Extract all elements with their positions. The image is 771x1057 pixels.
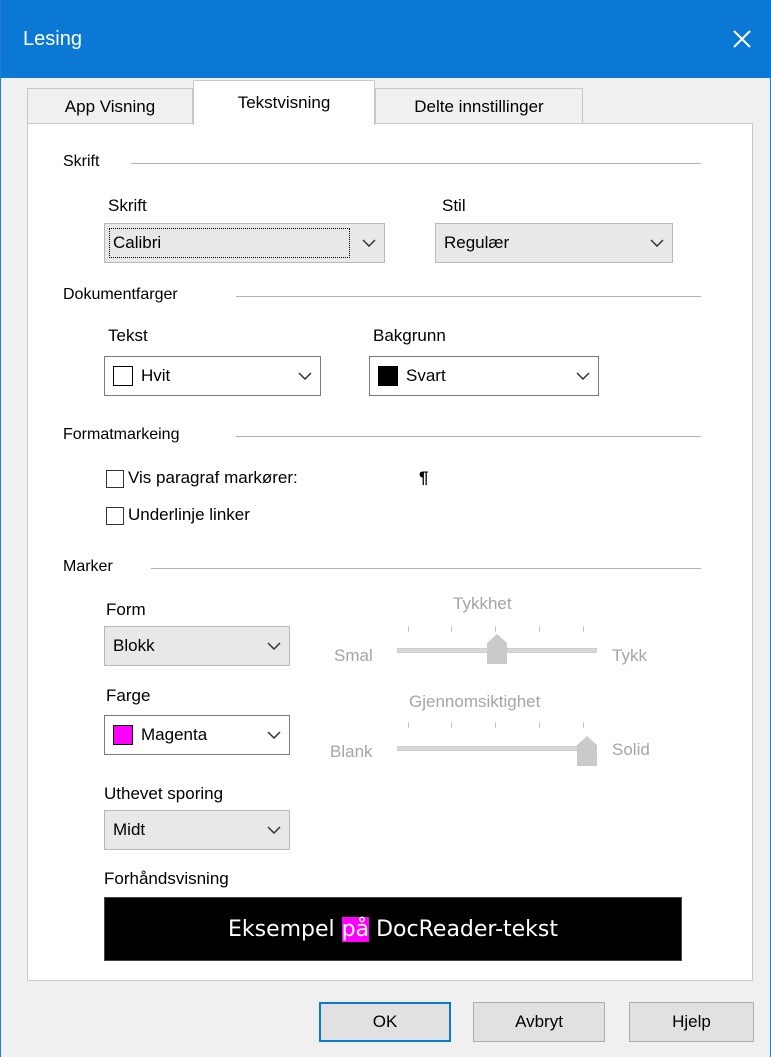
slider-tick xyxy=(451,722,452,728)
preview-box: Eksempel på DocReader-tekst xyxy=(104,897,682,961)
window-title: Lesing xyxy=(23,28,82,50)
highlight-color-label: Farge xyxy=(106,686,151,705)
section-title-skrift: Skrift xyxy=(63,153,118,171)
slider-tick xyxy=(539,626,540,632)
cancel-button[interactable]: Avbryt xyxy=(473,1002,605,1042)
slider-tick xyxy=(451,626,452,632)
focus-rect xyxy=(109,228,350,258)
slider-tick xyxy=(583,722,584,728)
background-color-value: Svart xyxy=(406,366,446,385)
ok-button-label: OK xyxy=(372,1012,398,1031)
shape-label: Form xyxy=(106,600,146,619)
help-button-label: Hjelp xyxy=(672,1012,711,1031)
preview-text-after: DocReader-tekst xyxy=(369,916,558,942)
tab-app-visning[interactable]: App Visning xyxy=(27,88,193,124)
section-title-dokumentfarger: Dokumentfarger xyxy=(63,286,196,304)
slider-tick xyxy=(539,722,540,728)
chevron-down-icon xyxy=(259,826,289,834)
cancel-button-label: Avbryt xyxy=(515,1012,563,1031)
opacity-slider-track xyxy=(397,746,597,751)
chevron-down-icon xyxy=(290,372,320,380)
text-color-value: Hvit xyxy=(141,366,171,385)
slider-tick xyxy=(495,722,496,728)
highlight-color-value: Magenta xyxy=(141,725,208,744)
section-title-formatmarkering: Formatmarkeing xyxy=(63,426,198,444)
shape-select[interactable]: Blokk xyxy=(104,626,290,666)
thickness-max-label: Tykk xyxy=(612,646,647,665)
highlight-color-select[interactable]: Magenta xyxy=(104,715,290,755)
text-color-swatch xyxy=(113,366,133,386)
chevron-down-icon xyxy=(259,731,289,739)
tracking-label: Uthevet sporing xyxy=(104,784,224,803)
tab-label: App Visning xyxy=(64,96,156,116)
preview-label: Forhåndsvisning xyxy=(104,869,229,888)
background-color-swatch xyxy=(378,366,398,386)
style-select[interactable]: Regulær xyxy=(435,223,673,263)
style-label: Stil xyxy=(442,196,466,215)
section-divider xyxy=(236,436,701,437)
preview-text-before: Eksempel xyxy=(227,916,342,942)
preview-text-highlight: på xyxy=(341,916,370,942)
title-bar: Lesing xyxy=(1,0,771,78)
chevron-down-icon xyxy=(642,239,672,247)
underline-links-label: Underlinje linker xyxy=(128,505,250,524)
underline-links-checkbox[interactable] xyxy=(106,507,124,525)
slider-tick xyxy=(583,626,584,632)
tab-strip: App Visning Tekstvisning Delte innstilli… xyxy=(27,80,747,125)
shape-value: Blokk xyxy=(113,636,155,655)
section-title-marker: Marker xyxy=(63,558,131,576)
tracking-select[interactable]: Midt xyxy=(104,810,290,850)
tracking-value: Midt xyxy=(113,820,146,839)
paragraph-symbol: ¶ xyxy=(419,468,429,487)
chevron-down-icon xyxy=(259,642,289,650)
text-color-label: Tekst xyxy=(108,326,148,345)
chevron-down-icon xyxy=(354,239,384,247)
thickness-title: Tykkhet xyxy=(453,594,512,613)
section-divider xyxy=(236,296,701,297)
tab-tekstvisning[interactable]: Tekstvisning xyxy=(193,80,375,125)
slider-tick xyxy=(408,626,409,632)
help-button[interactable]: Hjelp xyxy=(629,1002,754,1042)
font-label: Skrift xyxy=(108,196,147,215)
tab-label: Tekstvisning xyxy=(237,93,331,112)
style-value: Regulær xyxy=(444,233,510,252)
ok-button[interactable]: OK xyxy=(319,1002,451,1042)
highlight-color-swatch xyxy=(113,725,133,745)
section-divider xyxy=(131,163,701,164)
thickness-min-label: Smal xyxy=(334,646,373,665)
close-button[interactable] xyxy=(712,0,771,78)
font-select[interactable]: Calibri xyxy=(104,223,385,263)
slider-tick xyxy=(408,722,409,728)
background-color-select[interactable]: Svart xyxy=(369,356,599,396)
opacity-max-label: Solid xyxy=(612,740,650,759)
section-divider xyxy=(151,568,701,569)
background-color-label: Bakgrunn xyxy=(373,326,446,345)
tab-label: Delte innstillinger xyxy=(414,96,544,116)
opacity-min-label: Blank xyxy=(330,742,373,761)
tab-delte-innstillinger[interactable]: Delte innstillinger xyxy=(375,88,583,124)
reading-dialog: Lesing App Visning Tekstvisning Delte in… xyxy=(0,0,771,1057)
show-paragraph-checkbox[interactable] xyxy=(106,470,124,488)
show-paragraph-label: Vis paragraf markører: xyxy=(128,468,298,487)
chevron-down-icon xyxy=(568,372,598,380)
slider-tick xyxy=(495,626,496,632)
opacity-title: Gjennomsiktighet xyxy=(409,692,541,711)
text-color-select[interactable]: Hvit xyxy=(104,356,321,396)
close-icon xyxy=(733,30,751,48)
